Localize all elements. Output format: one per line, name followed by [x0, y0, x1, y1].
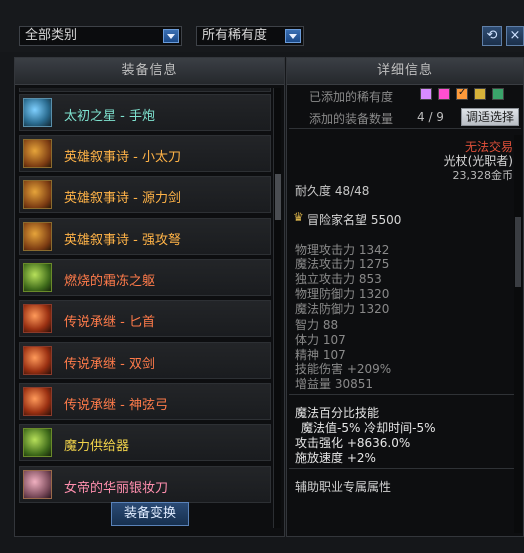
- adjust-selection-button[interactable]: 调适选择: [461, 108, 519, 126]
- equip-count-value: 4 / 9: [417, 110, 444, 124]
- adventurer-fame: 冒险家名望 5500: [307, 213, 402, 227]
- item-name: 魔力供给器: [64, 439, 130, 454]
- equipment-list: 太初之星 - 手炮 英雄叙事诗 - 小太刀 英雄叙事诗 - 源力剑 英雄叙事诗 …: [19, 88, 271, 528]
- list-item[interactable]: 魔力供给器: [19, 424, 271, 461]
- list-item[interactable]: 英雄叙事诗 - 源力剑: [19, 176, 271, 213]
- rarity-swatch-gold[interactable]: [474, 88, 486, 100]
- item-name: 太初之星 - 手炮: [64, 109, 155, 124]
- rarity-select[interactable]: 所有稀有度: [196, 26, 304, 46]
- scroll-thumb[interactable]: [275, 174, 281, 220]
- equipment-header: 装备信息: [15, 58, 284, 85]
- rarity-select-value: 所有稀有度: [202, 28, 268, 43]
- item-thumbnail: [23, 180, 52, 209]
- rarity-swatch-epic[interactable]: [420, 88, 432, 100]
- rarity-swatch-legendary[interactable]: [438, 88, 450, 100]
- item-thumbnail: [23, 346, 52, 375]
- divider: [289, 128, 521, 129]
- equipment-scrollbar[interactable]: [273, 88, 281, 528]
- list-item-partial[interactable]: [19, 88, 271, 92]
- support-attr: 辅助职业专属属性: [295, 480, 392, 494]
- fame-icon: ♛: [293, 210, 304, 224]
- stat-line: 增益量 30851: [295, 377, 373, 391]
- checkmark-icon: ✓: [458, 87, 467, 98]
- list-item[interactable]: 传说承继 - 神弦弓: [19, 383, 271, 420]
- item-thumbnail: [23, 428, 52, 457]
- item-thumbnail: [23, 263, 52, 292]
- equipment-swap-button[interactable]: 装备变换: [111, 502, 189, 526]
- item-thumbnail: [23, 387, 52, 416]
- cast-speed: 施放速度 +2%: [295, 451, 376, 465]
- item-name: 英雄叙事诗 - 源力剑: [64, 191, 181, 206]
- scroll-thumb[interactable]: [515, 217, 521, 287]
- list-item[interactable]: 传说承继 - 匕首: [19, 300, 271, 337]
- item-name: 传说承继 - 神弦弓: [64, 398, 168, 413]
- item-thumbnail: [23, 304, 52, 333]
- detail-scrollbar[interactable]: [514, 135, 522, 533]
- category-select-value: 全部类别: [25, 28, 78, 43]
- close-icon: ×: [509, 28, 521, 43]
- list-item[interactable]: 女帝的华丽银妆刀: [19, 466, 271, 503]
- item-name: 英雄叙事诗 - 小太刀: [64, 150, 181, 165]
- list-item[interactable]: 太初之星 - 手炮: [19, 94, 271, 131]
- close-button[interactable]: ×: [506, 26, 524, 46]
- category-select[interactable]: 全部类别: [19, 26, 182, 46]
- chevron-down-icon[interactable]: [163, 29, 179, 43]
- equipment-panel: 装备信息 太初之星 - 手炮 英雄叙事诗 - 小太刀 英雄叙事诗 - 源力剑 英…: [14, 57, 285, 537]
- chevron-down-icon[interactable]: [285, 29, 301, 43]
- rarity-swatch-green[interactable]: [492, 88, 504, 100]
- list-item[interactable]: 英雄叙事诗 - 强攻弩: [19, 218, 271, 255]
- item-name: 英雄叙事诗 - 强攻弩: [64, 233, 181, 248]
- detail-header: 详细信息: [287, 58, 523, 85]
- rarity-added-label: 已添加的稀有度: [309, 90, 394, 104]
- item-name: 女帝的华丽银妆刀: [64, 481, 169, 496]
- list-item[interactable]: 英雄叙事诗 - 小太刀: [19, 135, 271, 172]
- durability: 耐久度 48/48: [295, 184, 370, 198]
- equip-count-label: 添加的装备数量: [309, 112, 394, 126]
- stat-line: 魔法防御力 1320: [295, 302, 390, 316]
- item-thumbnail: [23, 222, 52, 251]
- item-thumbnail: [23, 139, 52, 168]
- list-item[interactable]: 传说承继 - 双剑: [19, 342, 271, 379]
- list-item[interactable]: 燃烧的霜冻之躯: [19, 259, 271, 296]
- item-thumbnail: [23, 98, 52, 127]
- item-name: 燃烧的霜冻之躯: [64, 274, 156, 289]
- refresh-icon: ⟲: [486, 28, 498, 43]
- rarity-swatch-checked[interactable]: ✓: [456, 87, 468, 100]
- item-name: 传说承继 - 匕首: [64, 315, 155, 330]
- item-thumbnail: [23, 470, 52, 499]
- divider: [289, 394, 521, 395]
- item-price: 23,328金币: [452, 169, 514, 182]
- refresh-button[interactable]: ⟲: [482, 26, 502, 46]
- detail-panel: 详细信息 已添加的稀有度 ✓ 添加的装备数量 4 / 9 调适选择 无法交易 光…: [286, 57, 524, 537]
- divider: [289, 468, 521, 469]
- item-name: 传说承继 - 双剑: [64, 357, 155, 372]
